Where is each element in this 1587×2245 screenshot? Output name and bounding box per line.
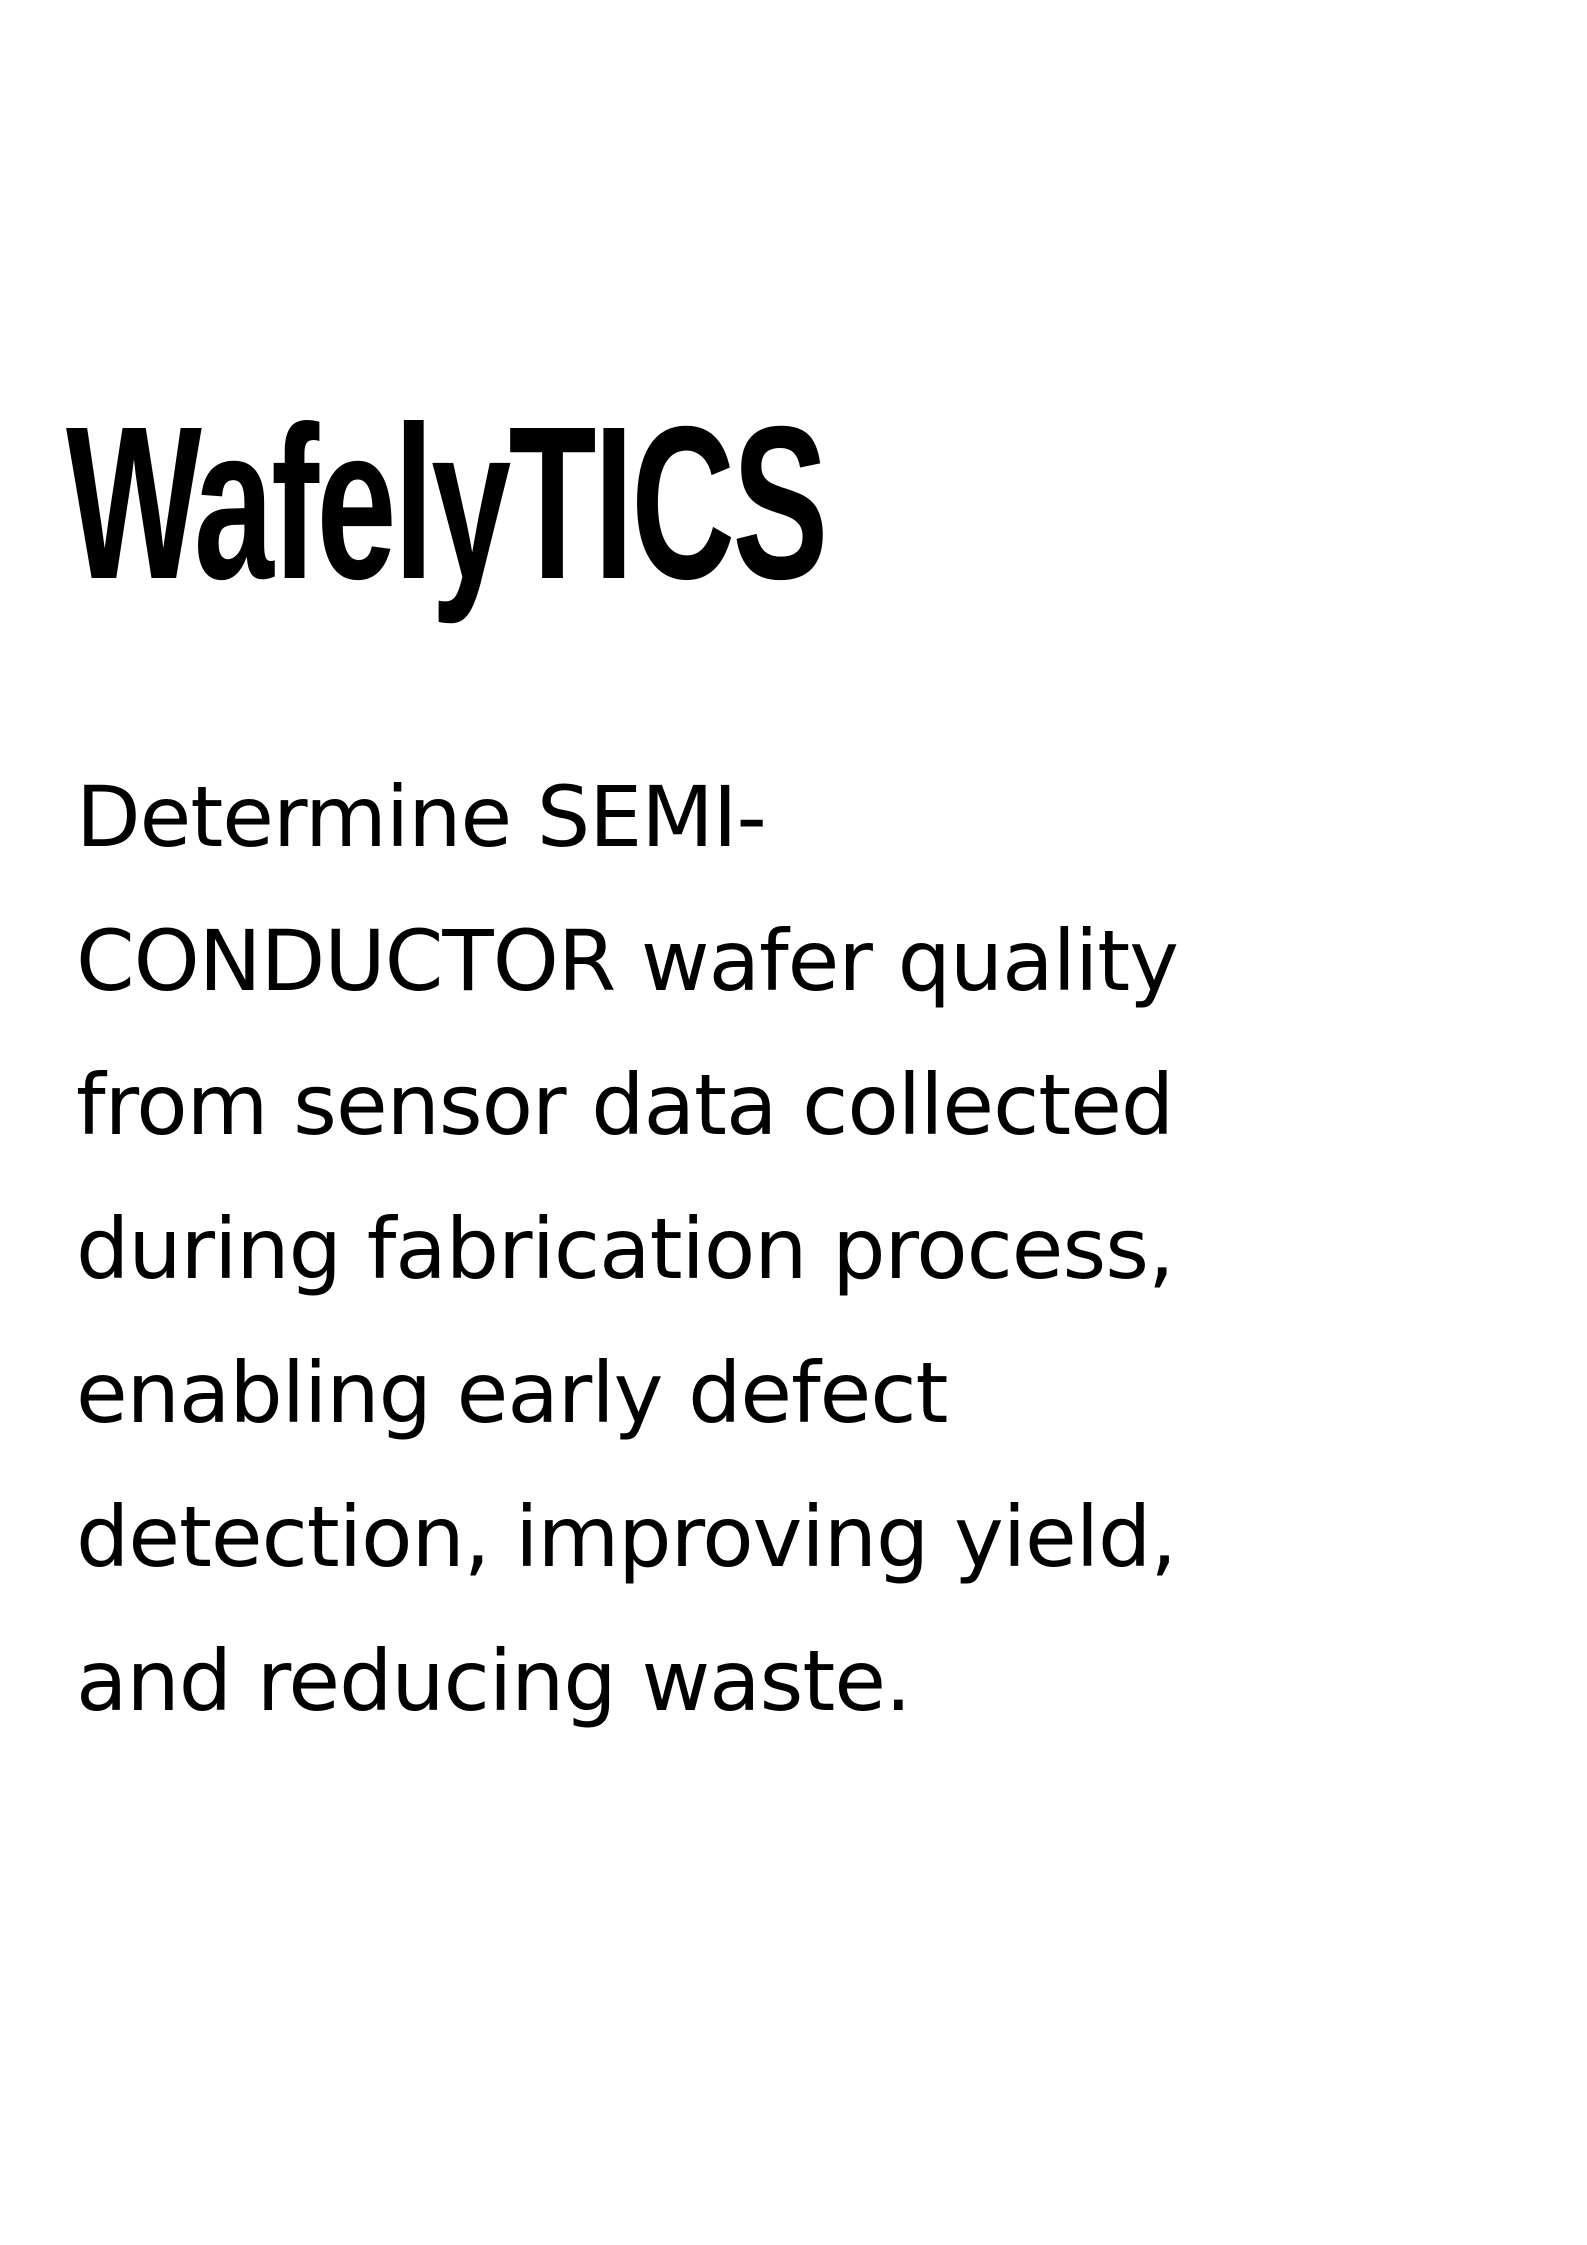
- description: Determine SEMI- CONDUCTOR wafer quality …: [76, 745, 1179, 1753]
- description-line: and reducing waste.: [76, 1632, 912, 1730]
- description-line: enabling early defect: [76, 1344, 948, 1442]
- description-line: detection, improving yield,: [76, 1488, 1177, 1586]
- description-line: during fabrication process,: [76, 1200, 1175, 1298]
- page-title: WafelyTICS: [66, 382, 828, 625]
- description-line: CONDUCTOR wafer quality: [76, 912, 1179, 1010]
- description-line: Determine SEMI-: [76, 768, 767, 866]
- description-line: from sensor data collected: [76, 1056, 1174, 1154]
